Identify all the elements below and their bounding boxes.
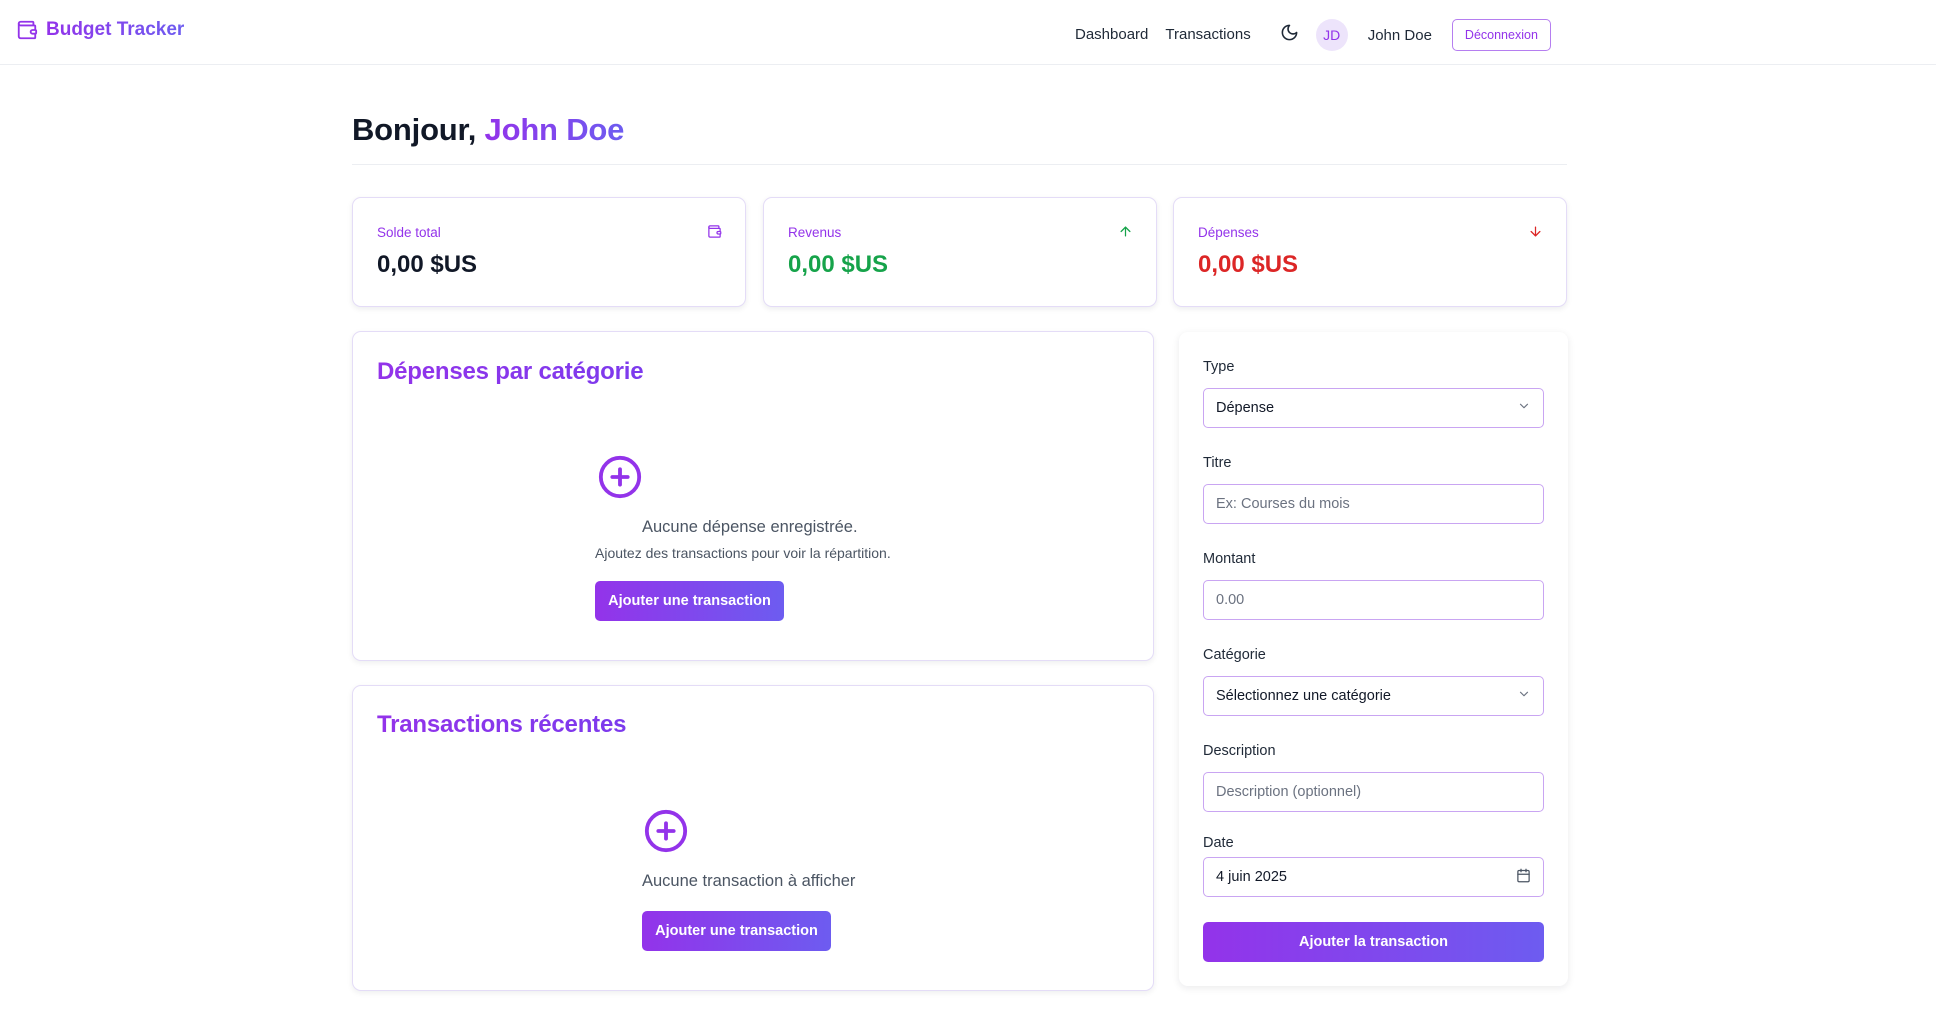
date-picker[interactable]: 4 juin 2025 <box>1203 857 1544 897</box>
wallet-icon <box>707 224 722 244</box>
expenses-card: Dépenses 0,00 $US <box>1173 197 1567 307</box>
empty-state-subtitle: Ajoutez des transactions pour voir la ré… <box>595 545 891 561</box>
panel-title: Dépenses par catégorie <box>377 358 644 385</box>
balance-value: 0,00 $US <box>377 251 478 278</box>
panel-title: Transactions récentes <box>377 711 627 738</box>
wallet-icon <box>16 19 38 41</box>
recent-transactions-panel: Transactions récentes Aucune transaction… <box>352 685 1154 991</box>
description-input[interactable] <box>1203 772 1544 812</box>
title-label: Titre <box>1203 455 1232 471</box>
arrow-down-icon <box>1528 224 1543 244</box>
add-transaction-button[interactable]: Ajouter une transaction <box>595 581 784 621</box>
description-label: Description <box>1203 743 1276 759</box>
chevron-down-icon <box>1517 687 1531 705</box>
avatar[interactable]: JD <box>1315 19 1348 51</box>
submit-transaction-button[interactable]: Ajouter la transaction <box>1203 922 1544 962</box>
plus-circle-icon <box>643 808 689 859</box>
balance-card: Solde total 0,00 $US <box>352 197 746 307</box>
type-select[interactable]: Dépense <box>1203 388 1544 428</box>
income-value: 0,00 $US <box>788 251 889 278</box>
empty-state-title: Aucune dépense enregistrée. <box>642 518 858 536</box>
main-nav: Dashboard Transactions JD John Doe Décon… <box>1075 19 1551 51</box>
user-name: John Doe <box>1367 26 1432 44</box>
calendar-icon[interactable] <box>1516 868 1531 887</box>
chevron-down-icon <box>1517 399 1531 417</box>
nav-link-dashboard[interactable]: Dashboard <box>1075 22 1148 48</box>
add-transaction-form: Type Dépense Titre Montant Catégorie Sél… <box>1179 332 1568 986</box>
expenses-by-category-panel: Dépenses par catégorie Aucune dépense en… <box>352 331 1154 661</box>
income-label: Revenus <box>788 225 842 240</box>
greeting-prefix: Bonjour, <box>352 112 477 147</box>
app-logo[interactable]: Budget Tracker <box>16 19 184 41</box>
type-label: Type <box>1203 359 1235 375</box>
plus-circle-icon <box>597 454 643 505</box>
moon-icon <box>1280 23 1299 47</box>
empty-state-title: Aucune transaction à afficher <box>642 872 856 890</box>
page-title: Bonjour, John Doe <box>352 112 624 148</box>
amount-label: Montant <box>1203 551 1256 567</box>
category-label: Catégorie <box>1203 647 1266 663</box>
amount-input[interactable] <box>1203 580 1544 620</box>
expenses-label: Dépenses <box>1198 225 1259 240</box>
title-input[interactable] <box>1203 484 1544 524</box>
category-select-value: Sélectionnez une catégorie <box>1216 688 1391 704</box>
add-transaction-button[interactable]: Ajouter une transaction <box>642 911 831 951</box>
type-select-value: Dépense <box>1216 400 1275 416</box>
date-value: 4 juin 2025 <box>1216 869 1287 885</box>
logout-button[interactable]: Déconnexion <box>1451 19 1551 51</box>
divider <box>352 164 1567 165</box>
top-navbar: Budget Tracker Dashboard Transactions JD… <box>0 0 1936 65</box>
greeting-name: John Doe <box>484 112 625 147</box>
theme-toggle-button[interactable] <box>1277 22 1303 48</box>
category-select[interactable]: Sélectionnez une catégorie <box>1203 676 1544 716</box>
date-label: Date <box>1203 835 1234 851</box>
balance-label: Solde total <box>377 225 441 240</box>
nav-link-transactions[interactable]: Transactions <box>1165 22 1250 48</box>
expenses-value: 0,00 $US <box>1198 251 1299 278</box>
income-card: Revenus 0,00 $US <box>763 197 1157 307</box>
arrow-up-icon <box>1118 224 1133 244</box>
app-title: Budget Tracker <box>46 19 185 40</box>
